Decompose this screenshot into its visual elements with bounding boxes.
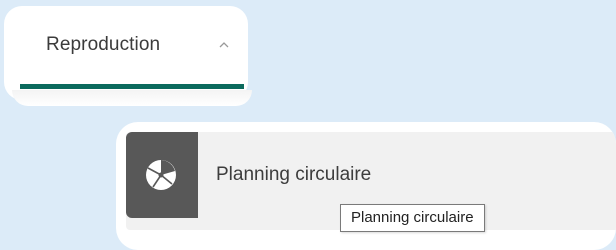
active-tab-underline (20, 84, 244, 89)
tooltip: Planning circulaire (340, 204, 485, 232)
reproduction-tab[interactable]: Reproduction (20, 24, 240, 74)
pie-chart-icon (146, 160, 176, 190)
reproduction-tab-label: Reproduction (46, 34, 161, 55)
planning-circulaire-item[interactable]: Planning circulaire Planning circulaire (126, 132, 616, 232)
reproduction-tab-card: Reproduction (4, 6, 252, 106)
tab-shadow (12, 90, 252, 106)
planning-item-card: Planning circulaire Planning circulaire (116, 122, 616, 250)
chevron-up-icon (218, 38, 230, 50)
item-icon-tile (126, 132, 198, 218)
planning-circulaire-label: Planning circulaire (216, 164, 372, 185)
